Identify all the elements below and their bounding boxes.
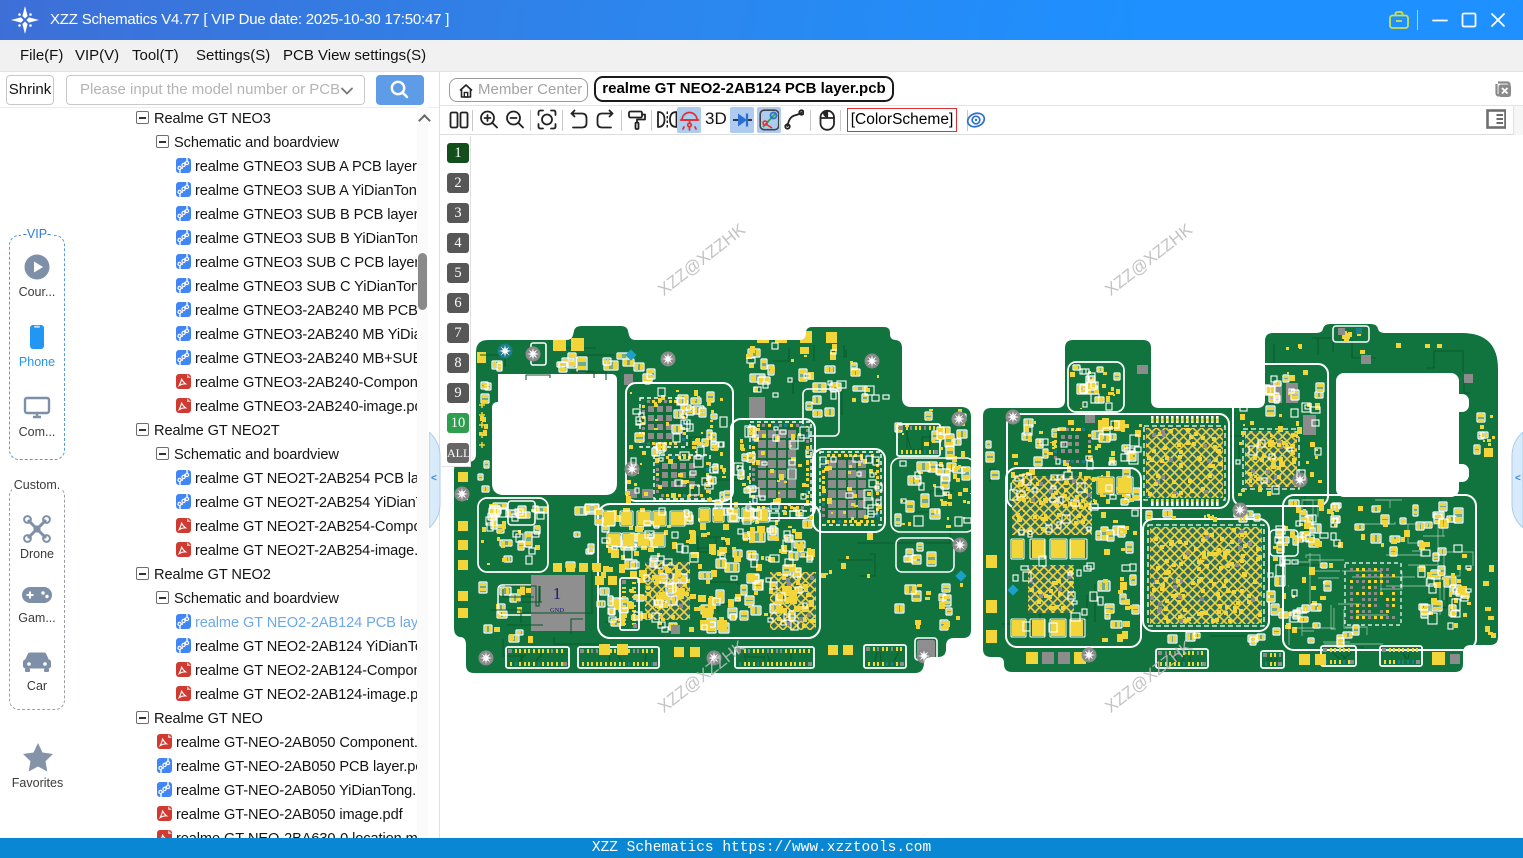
svg-text:1: 1 bbox=[553, 584, 562, 603]
svg-text:XZZ@XZZHK: XZZ@XZZHK bbox=[654, 219, 749, 299]
svg-text:XZZ@XZZHK: XZZ@XZZHK bbox=[1101, 219, 1196, 299]
